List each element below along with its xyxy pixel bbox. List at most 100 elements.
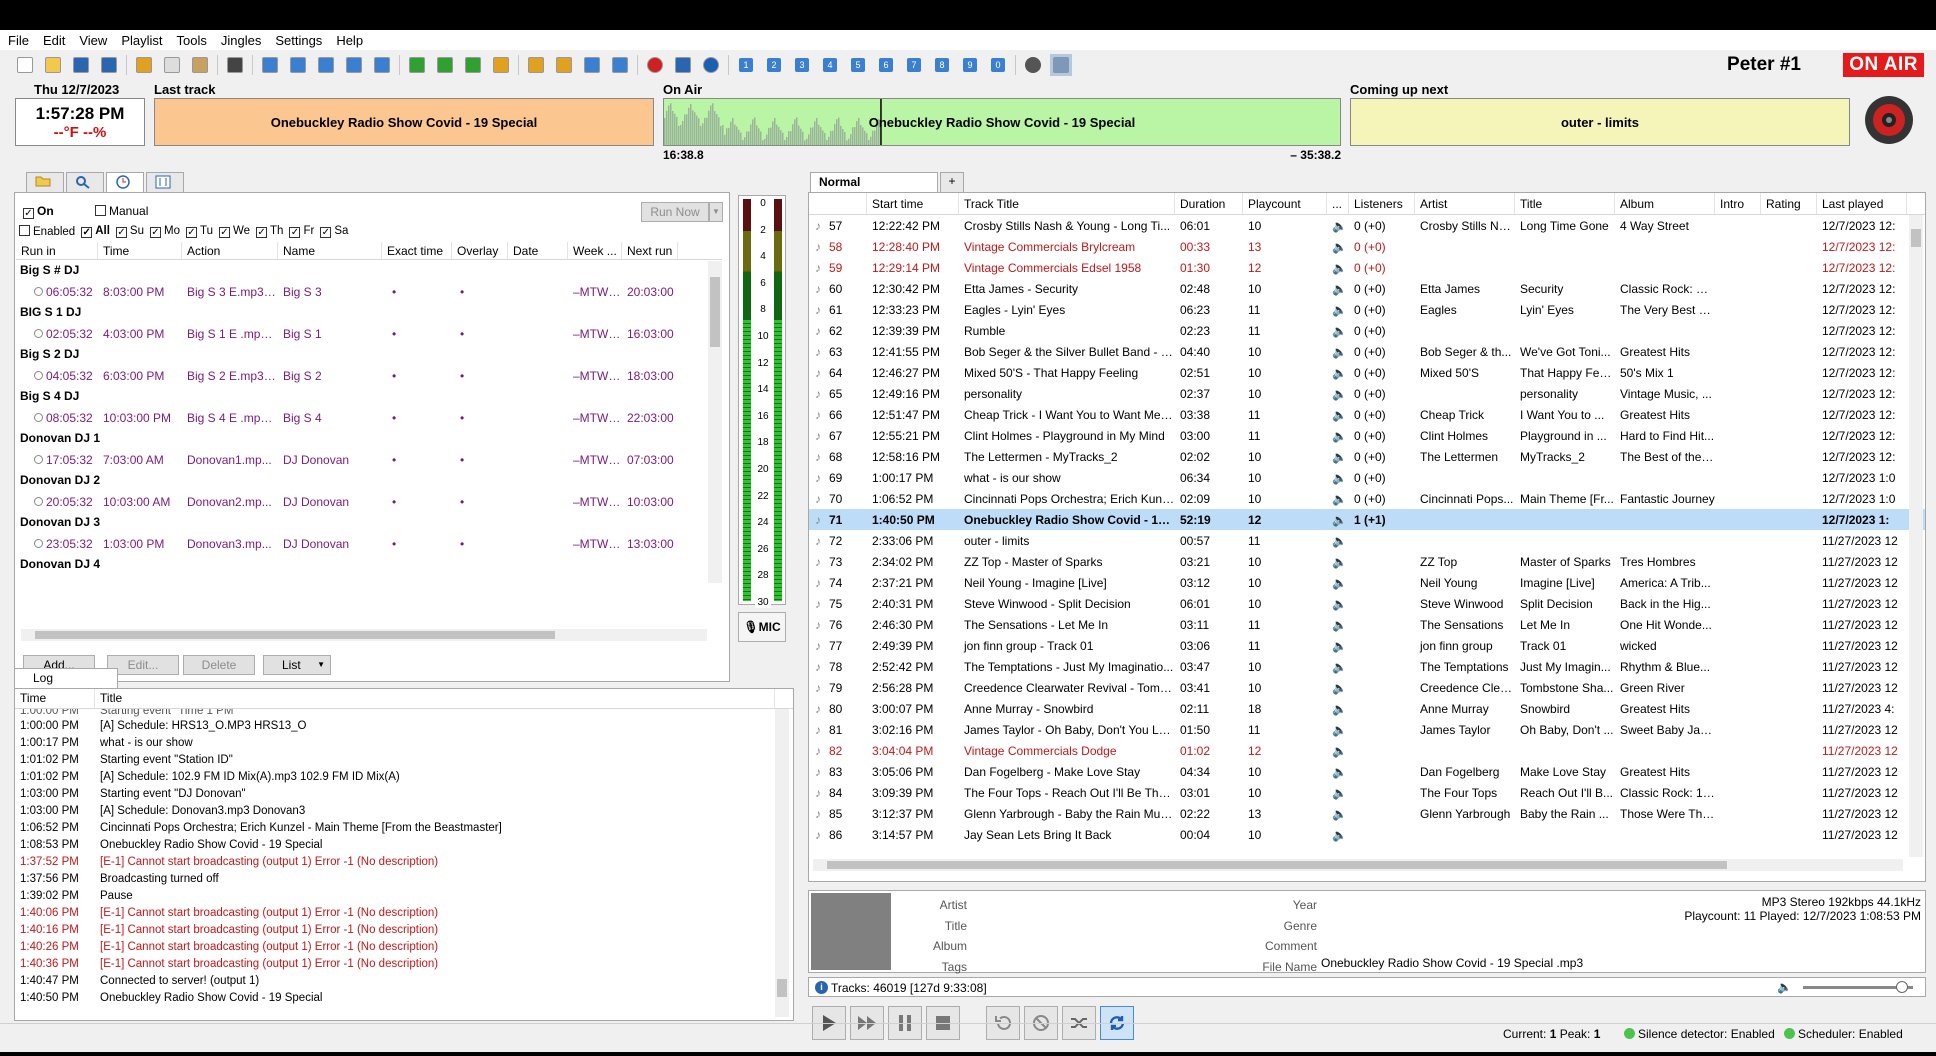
log-row[interactable]: 1:00:00 PM Starting event "Time 1 PM"	[15, 709, 793, 717]
playlist-4-button[interactable]: 4	[819, 54, 841, 76]
playlist-row[interactable]: ♪ 76 2:46:30 PM The Sensations - Let Me In 0…	[809, 614, 1925, 635]
settings-button[interactable]	[1022, 54, 1044, 76]
schedule-row[interactable]: 02:05:32 4:03:00 PM Big S 1 E .mp3 ... Big …	[16, 323, 722, 344]
log-row[interactable]: 1:06:52 PM Cincinnati Pops Orchestra; Eri…	[15, 819, 793, 836]
manual-checkbox[interactable]: Manual	[95, 204, 148, 218]
paste-button[interactable]	[189, 54, 211, 76]
open-button[interactable]	[42, 54, 64, 76]
log-row[interactable]: 1:40:26 PM [E-1] Cannot start broadcastin…	[15, 938, 793, 955]
schedule-hscroll[interactable]	[21, 629, 707, 641]
tab-files[interactable]	[26, 172, 64, 192]
playlist-row[interactable]: ♪ 60 12:30:42 PM Etta James - Security 02:48…	[809, 278, 1925, 299]
day-filter-all[interactable]: ✓ All	[81, 225, 110, 238]
playlist-col-3[interactable]: Duration	[1175, 193, 1243, 214]
wizard-button[interactable]	[581, 54, 603, 76]
playlist-row[interactable]: ♪ 70 1:06:52 PM Cincinnati Pops Orchestra; …	[809, 488, 1925, 509]
log-row[interactable]: 1:03:00 PM Starting event "DJ Donovan"	[15, 785, 793, 802]
tab-log[interactable]: Log	[14, 668, 118, 688]
playlist-col-4[interactable]: Playcount	[1243, 193, 1327, 214]
sched-col-8[interactable]: Next run	[622, 242, 678, 259]
copy-button[interactable]	[161, 54, 183, 76]
silence-detector-status[interactable]: Silence detector: Enabled	[1638, 1027, 1775, 1041]
on-air-box[interactable]: Onebuckley Radio Show Covid - 19 Special	[663, 98, 1341, 146]
playlist-row[interactable]: ♪ 79 2:56:28 PM Creedence Clearwater Reviva…	[809, 677, 1925, 698]
list-dropdown[interactable]: List ▼	[263, 655, 331, 675]
day-filter-mo[interactable]: ✓ Mo	[150, 225, 180, 238]
playlist-row[interactable]: ♪ 68 12:58:16 PM The Lettermen - MyTracks_2…	[809, 446, 1925, 467]
playlist-row[interactable]: ♪ 64 12:46:27 PM Mixed 50'S - That Happy Fe…	[809, 362, 1925, 383]
playlist-row[interactable]: ♪ 83 3:05:06 PM Dan Fogelberg - Make Love S…	[809, 761, 1925, 782]
schedule-row[interactable]: 08:05:32 10:03:00 PM Big S 4 E .mp3 ... Big…	[16, 407, 722, 428]
playlist-col-2[interactable]: Track Title	[959, 193, 1175, 214]
log-row[interactable]: 1:40:16 PM [E-1] Cannot start broadcastin…	[15, 921, 793, 938]
day-filter-enabled[interactable]: Enabled	[19, 225, 75, 238]
playlist-col-1[interactable]: Start time	[867, 193, 959, 214]
playlist-col-10[interactable]: Intro	[1715, 193, 1761, 214]
mute-button[interactable]	[1050, 54, 1072, 76]
sched-col-2[interactable]: Action	[182, 242, 278, 259]
sched-col-1[interactable]: Time	[98, 242, 182, 259]
playlist-6-button[interactable]: 6	[875, 54, 897, 76]
playlist-row[interactable]: ♪ 63 12:41:55 PM Bob Seger & the Silver Bul…	[809, 341, 1925, 362]
playlist-row[interactable]: ♪ 73 2:34:02 PM ZZ Top - Master of Sparks 03…	[809, 551, 1925, 572]
sched-col-3[interactable]: Name	[278, 242, 382, 259]
playlist-col-9[interactable]: Album	[1615, 193, 1715, 214]
schedule-row[interactable]: 04:05:32 6:03:00 PM Big S 2 E.mp3 (... Big …	[16, 365, 722, 386]
playlist-row[interactable]: ♪ 62 12:39:39 PM Rumble 02:23 11 🔈 0 (+0) 12/7/2…	[809, 320, 1925, 341]
log-row[interactable]: 1:37:52 PM [E-1] Cannot start broadcastin…	[15, 853, 793, 870]
log-row[interactable]: 1:08:53 PM Onebuckley Radio Show Covid - …	[15, 836, 793, 853]
menu-jingles[interactable]: Jingles	[221, 33, 261, 48]
playlist-row[interactable]: ♪ 78 2:52:42 PM The Temptations - Just My I…	[809, 656, 1925, 677]
day-filter-th[interactable]: ✓ Th	[256, 225, 283, 238]
view2-button[interactable]	[287, 54, 309, 76]
volume-thumb[interactable]	[1896, 981, 1908, 993]
playlist-row[interactable]: ♪ 71 1:40:50 PM Onebuckley Radio Show Covid…	[809, 509, 1925, 530]
menu-view[interactable]: View	[79, 33, 107, 48]
save-button[interactable]	[70, 54, 92, 76]
playlist-row[interactable]: ♪ 61 12:33:23 PM Eagles - Lyin' Eyes 06:23 11…	[809, 299, 1925, 320]
playlist-col-12[interactable]: Last played	[1817, 193, 1907, 214]
tools-button[interactable]	[553, 54, 575, 76]
mic-button[interactable]: 🎙MIC	[738, 612, 786, 642]
playlist-2-button[interactable]: 2	[763, 54, 785, 76]
sched-col-7[interactable]: Week ...	[568, 242, 622, 259]
playlist-8-button[interactable]: 8	[931, 54, 953, 76]
day-filter-su[interactable]: ✓ Su	[115, 225, 144, 238]
log-row[interactable]: 1:00:17 PM what - is our show	[15, 734, 793, 751]
menu-playlist[interactable]: Playlist	[121, 33, 162, 48]
sched-col-4[interactable]: Exact time	[382, 242, 452, 259]
scheduler-status[interactable]: Scheduler: Enabled	[1798, 1027, 1903, 1041]
schedule-vscroll[interactable]	[708, 261, 722, 583]
playlist-row[interactable]: ♪ 66 12:51:47 PM Cheap Trick - I Want You t…	[809, 404, 1925, 425]
playlist-row[interactable]: ♪ 59 12:29:14 PM Vintage Commercials Edsel …	[809, 257, 1925, 278]
playlist-row[interactable]: ♪ 58 12:28:40 PM Vintage Commercials Brylcr…	[809, 236, 1925, 257]
sched-col-5[interactable]: Overlay	[452, 242, 508, 259]
playlist-row[interactable]: ♪ 72 2:33:06 PM outer - limits 00:57 11 🔈 11/27…	[809, 530, 1925, 551]
record-button[interactable]	[644, 54, 666, 76]
stats-button[interactable]	[672, 54, 694, 76]
view5-button[interactable]	[371, 54, 393, 76]
cut-button[interactable]	[133, 54, 155, 76]
playlist-row[interactable]: ♪ 65 12:49:16 PM personality 02:37 10 🔈 0 (+0) p…	[809, 383, 1925, 404]
playlist-row[interactable]: ♪ 75 2:40:31 PM Steve Winwood - Split Decis…	[809, 593, 1925, 614]
day-filter-we[interactable]: ✓ We	[218, 225, 250, 238]
menu-help[interactable]: Help	[336, 33, 363, 48]
on-checkbox[interactable]: ✓ On	[23, 204, 54, 219]
add-dir-button[interactable]	[490, 54, 512, 76]
playlist-7-button[interactable]: 7	[903, 54, 925, 76]
playlist-row[interactable]: ♪ 81 3:02:16 PM James Taylor - Oh Baby, Don…	[809, 719, 1925, 740]
menu-settings[interactable]: Settings	[275, 33, 322, 48]
playlist-row[interactable]: ♪ 77 2:49:39 PM jon finn group - Track 01 03…	[809, 635, 1925, 656]
playlist-hscroll[interactable]	[813, 859, 1903, 871]
paste2-button[interactable]	[609, 54, 631, 76]
run-now-button[interactable]: Run Now	[641, 202, 709, 222]
playlist-col-5[interactable]: ...	[1327, 193, 1349, 214]
playlist-3-button[interactable]: 3	[791, 54, 813, 76]
log-vscroll[interactable]	[775, 709, 789, 1017]
playlist-row[interactable]: ♪ 74 2:37:21 PM Neil Young - Imagine [Live]…	[809, 572, 1925, 593]
playlist-vscroll[interactable]	[1909, 215, 1923, 857]
tab-scheduler[interactable]	[106, 172, 144, 192]
schedule-row[interactable]: 23:05:32 1:03:00 PM Donovan3.mp... DJ Donov…	[16, 533, 722, 554]
log-row[interactable]: 1:40:06 PM [E-1] Cannot start broadcastin…	[15, 904, 793, 921]
playlist-row[interactable]: ♪ 80 3:00:07 PM Anne Murray - Snowbird 02:11…	[809, 698, 1925, 719]
